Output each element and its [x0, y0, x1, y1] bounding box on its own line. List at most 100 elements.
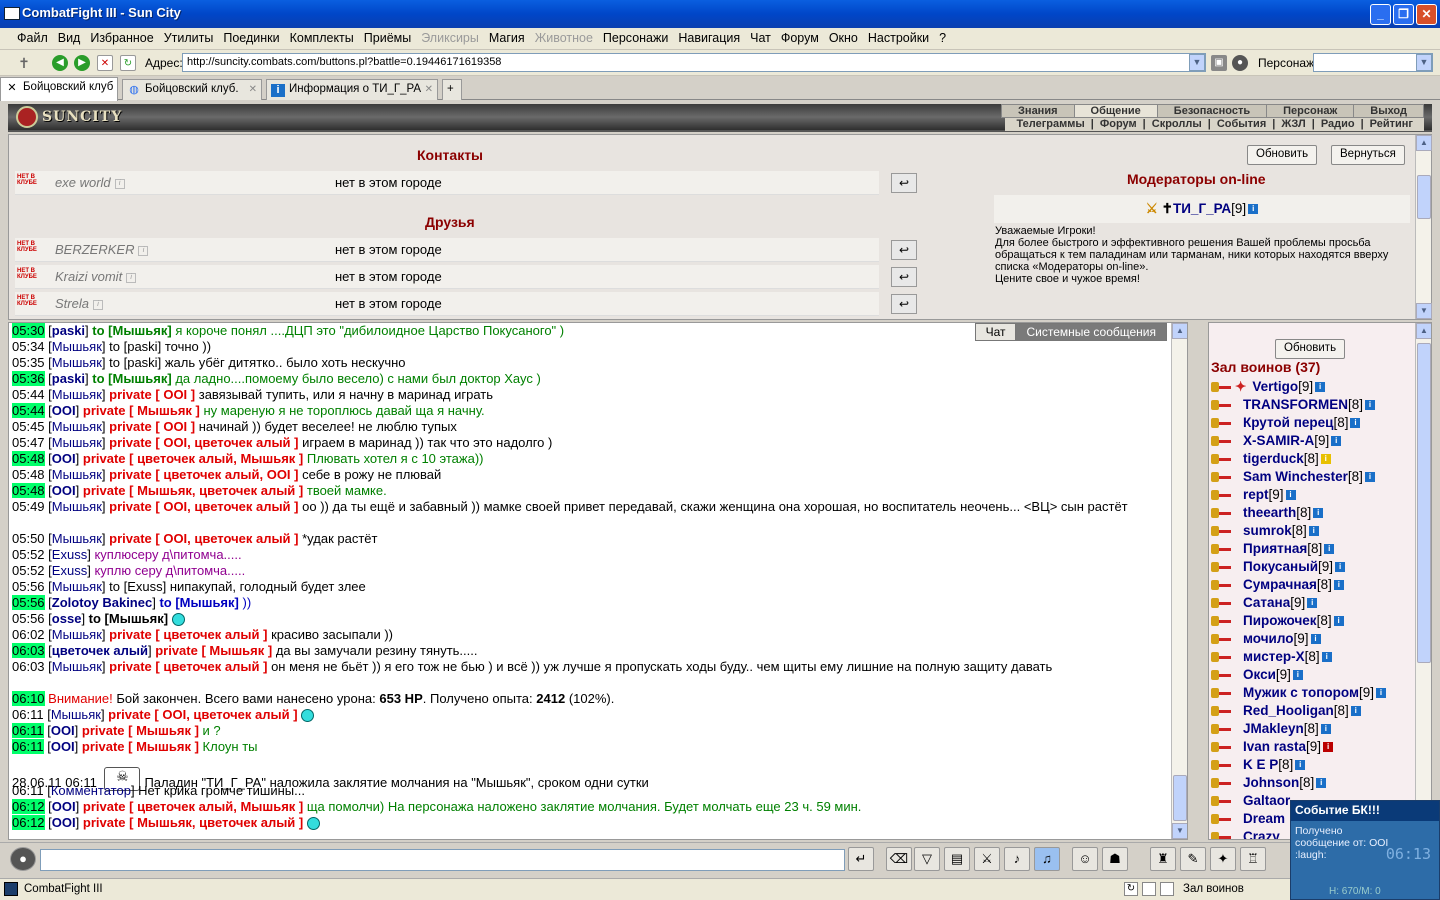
player-row[interactable]: rept[9] i — [1211, 487, 1431, 505]
go-icon[interactable]: ▣ — [1211, 55, 1227, 71]
player-row[interactable]: Приятная[8] i — [1211, 541, 1431, 559]
chat-nickname[interactable]: Мышьяк — [52, 435, 102, 450]
menu-item[interactable]: Вид — [53, 28, 86, 48]
info-icon[interactable]: i — [1248, 204, 1259, 215]
player-name[interactable]: Johnson — [1243, 775, 1299, 790]
player-name[interactable]: Сатана — [1243, 595, 1290, 610]
refresh-icon[interactable]: ↻ — [120, 55, 136, 71]
player-action-icon[interactable] — [1211, 614, 1231, 628]
to-target[interactable]: Мышьяк — [180, 595, 235, 610]
player-action-icon[interactable] — [1211, 632, 1231, 646]
player-action-icon[interactable] — [1211, 488, 1231, 502]
info-icon[interactable]: i — [126, 272, 137, 283]
scroll-thumb[interactable] — [1173, 775, 1187, 821]
private-message-button[interactable]: ↩ — [891, 240, 917, 260]
tab-info[interactable]: i Информация о ТИ_Г_РА ✕ — [266, 79, 438, 100]
contact-name[interactable]: exe world i — [55, 175, 125, 190]
chat-nickname[interactable]: Мышьяк — [52, 387, 102, 402]
menu-item[interactable]: Комплекты — [285, 28, 359, 48]
chat-nickname[interactable]: OOI — [52, 403, 76, 418]
chat-nickname[interactable]: paski — [52, 323, 85, 338]
stop-icon[interactable]: ✕ — [97, 55, 113, 71]
menu-item[interactable]: Избранное — [85, 28, 158, 48]
subnav-item[interactable]: Рейтинг — [1367, 118, 1416, 130]
to-target[interactable]: paski — [127, 339, 157, 354]
player-action-icon[interactable] — [1211, 776, 1231, 790]
player-row[interactable]: мочило[9] i — [1211, 631, 1431, 649]
event-popup[interactable]: Событие БК!!! Получено сообщение от: OOI… — [1290, 800, 1440, 900]
private-target[interactable]: OOI, цветочек алый — [162, 707, 289, 722]
to-target[interactable]: Мышьяк — [109, 611, 164, 626]
persona-select[interactable] — [1313, 53, 1433, 72]
player-action-icon[interactable] — [1211, 812, 1231, 826]
close-button[interactable]: ✕ — [1416, 4, 1437, 25]
player-action-icon[interactable] — [1211, 686, 1231, 700]
subnav-item[interactable]: Форум — [1097, 118, 1140, 130]
player-row[interactable]: Сатана[9] i — [1211, 595, 1431, 613]
private-target[interactable]: OOI, цветочек алый — [163, 435, 290, 450]
private-target[interactable]: Мышьяк — [209, 643, 264, 658]
menu-item[interactable]: Окно — [824, 28, 863, 48]
player-row[interactable]: sumrok[8] i — [1211, 523, 1431, 541]
info-icon[interactable]: i — [1333, 616, 1344, 627]
info-icon[interactable]: i — [1324, 544, 1335, 555]
player-action-icon[interactable] — [1211, 596, 1231, 610]
private-target[interactable]: OOI, цветочек алый — [163, 531, 290, 546]
info-icon[interactable]: i — [1321, 652, 1332, 663]
info-icon[interactable]: i — [92, 299, 103, 310]
chat-nickname[interactable]: Мышьяк — [52, 355, 102, 370]
menu-item[interactable]: Чат — [745, 28, 776, 48]
new-tab-button[interactable]: + — [442, 79, 462, 100]
refresh-status-icon[interactable]: ↻ — [1124, 882, 1138, 896]
subnav-item[interactable]: ЖЗЛ — [1278, 118, 1308, 130]
tab-club-2[interactable]: ◍ Бойцовский клуб. ✕ — [122, 79, 262, 100]
chat-nickname[interactable]: Мышьяк — [52, 339, 102, 354]
eraser-icon[interactable]: ⌫ — [886, 847, 912, 871]
to-target[interactable]: Exuss — [127, 579, 162, 594]
friend-name[interactable]: Kraizi vomit i — [55, 269, 137, 284]
info-icon[interactable]: i — [1333, 580, 1344, 591]
persona-dropdown-icon[interactable]: ▼ — [1416, 54, 1432, 71]
player-name[interactable]: TRANSFORMEN — [1243, 397, 1348, 412]
menu-item[interactable]: ? — [934, 28, 951, 48]
player-name[interactable]: Пирожочек — [1243, 613, 1317, 628]
tab-close-icon[interactable]: ✕ — [425, 84, 433, 95]
forward-icon[interactable]: ▶ — [74, 55, 90, 71]
filter-icon[interactable]: ▽ — [914, 847, 940, 871]
tab-close-icon[interactable]: ✕ — [249, 84, 257, 95]
chat-nickname[interactable]: OOI — [52, 815, 76, 830]
player-name[interactable]: X-SAMIR-A — [1243, 433, 1314, 448]
player-name[interactable]: JMakleyn — [1243, 721, 1304, 736]
player-action-icon[interactable] — [1211, 650, 1231, 664]
chat-nickname[interactable]: Мышьяк — [52, 499, 102, 514]
player-row[interactable]: мистер-Х[8] i — [1211, 649, 1431, 667]
private-message-button[interactable]: ↩ — [891, 294, 917, 314]
chat-nickname[interactable]: Мышьяк — [52, 467, 102, 482]
topnav-item[interactable]: Выход — [1353, 104, 1424, 118]
player-name[interactable]: Покусаный — [1243, 559, 1318, 574]
topnav-item[interactable]: Знания — [1001, 104, 1075, 118]
info-icon[interactable]: i — [1292, 670, 1303, 681]
back-icon[interactable]: ◀ — [52, 55, 68, 71]
topnav-item[interactable]: Персонаж — [1266, 104, 1355, 118]
player-action-icon[interactable] — [1211, 794, 1231, 808]
player-name[interactable]: sumrok — [1243, 523, 1292, 538]
maximize-button[interactable]: ❐ — [1393, 4, 1414, 25]
friend-name[interactable]: BERZERKER i — [55, 242, 149, 257]
player-action-icon[interactable] — [1211, 380, 1231, 394]
friend-name[interactable]: Strela i — [55, 296, 103, 311]
chat-nickname[interactable]: Exuss — [52, 547, 87, 562]
player-row[interactable]: Red_Hooligan[8] i — [1211, 703, 1431, 721]
chat-nickname[interactable]: paski — [52, 371, 85, 386]
menu-item[interactable]: Настройки — [863, 28, 934, 48]
player-name[interactable]: Red_Hooligan — [1243, 703, 1334, 718]
menu-item[interactable]: Поединки — [218, 28, 284, 48]
hall-refresh-button[interactable]: Обновить — [1275, 339, 1346, 359]
player-row[interactable]: Мужик с топором[9] i — [1211, 685, 1431, 703]
info-icon[interactable]: i — [138, 245, 149, 256]
scroll-down-icon[interactable]: ▼ — [1172, 823, 1187, 839]
player-name[interactable]: Sam Winchester — [1243, 469, 1348, 484]
player-row[interactable]: ✦ Vertigo[9] i — [1211, 379, 1431, 397]
refresh-button[interactable]: Обновить — [1247, 145, 1318, 165]
player-action-icon[interactable] — [1211, 524, 1231, 538]
